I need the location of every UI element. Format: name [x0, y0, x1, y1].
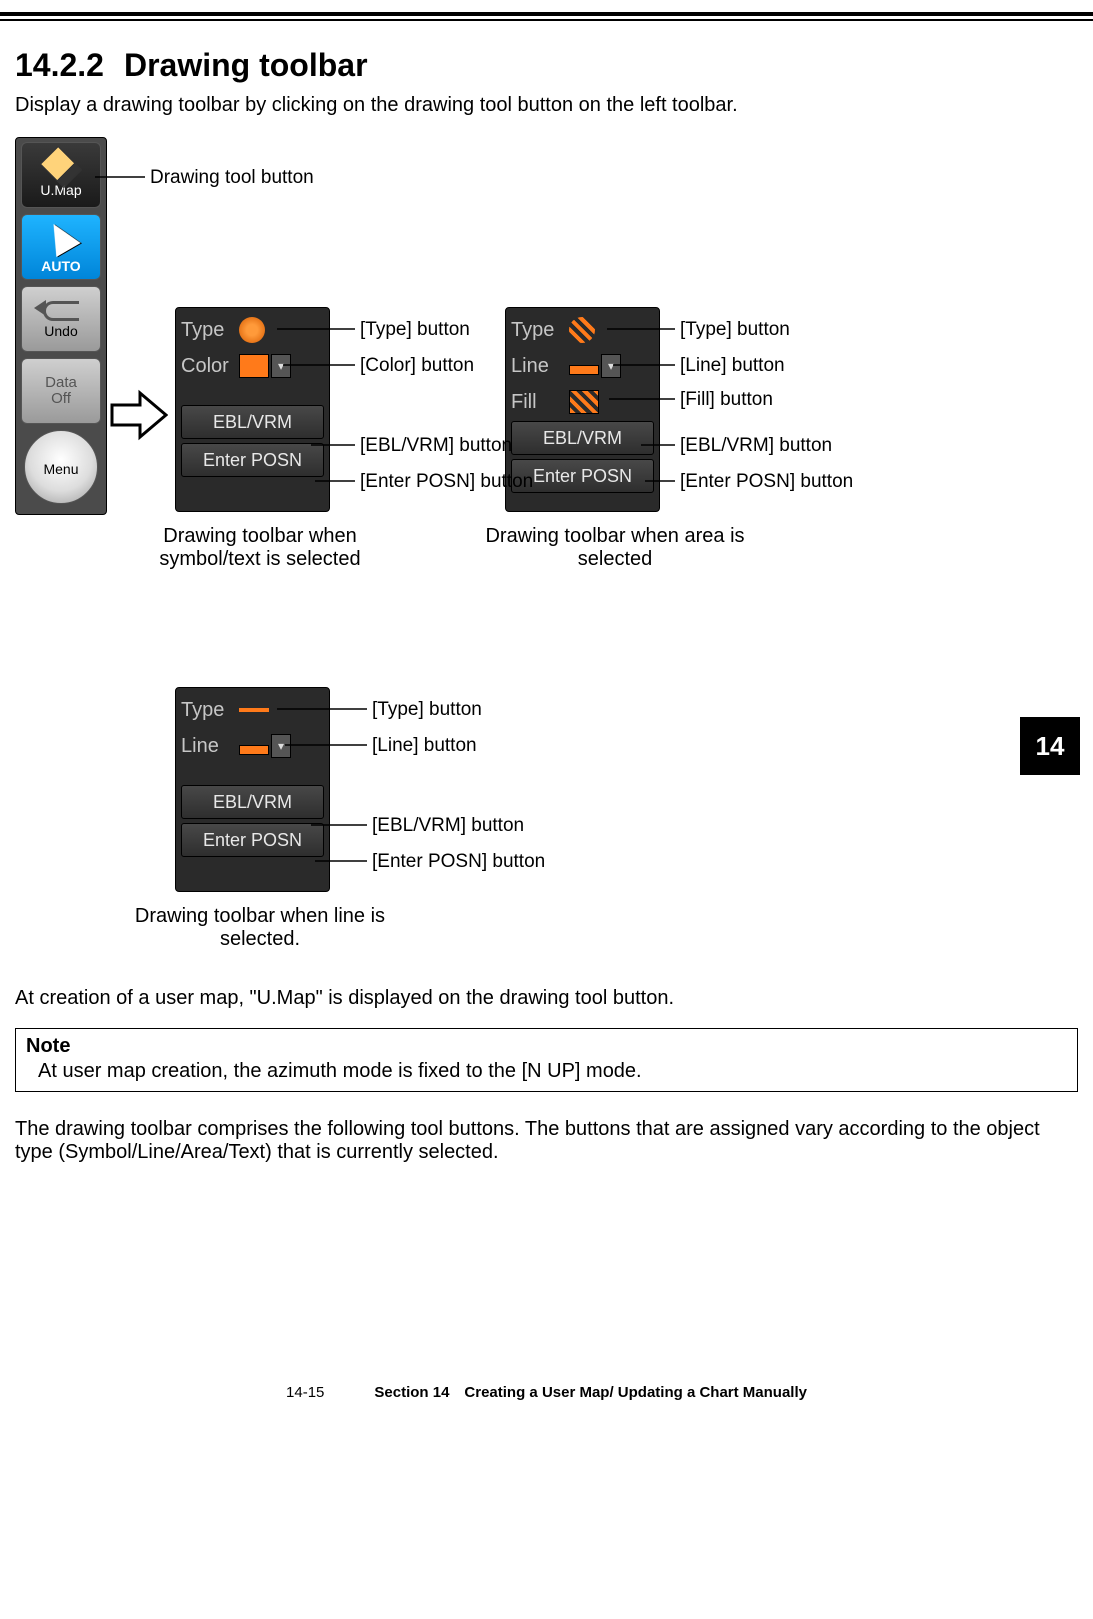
- auto-cursor-button[interactable]: AUTO: [21, 214, 101, 280]
- type-swatch-icon: [239, 708, 269, 712]
- color-label: Color: [181, 355, 239, 378]
- ann-eblvrm-3: [EBL/VRM] button: [372, 815, 524, 837]
- ann-drawing-tool: Drawing tool button: [150, 167, 314, 189]
- ann-posn-3: [Enter POSN] button: [372, 851, 545, 873]
- caption-symbol: Drawing toolbar when symbol/text is sele…: [130, 525, 390, 571]
- ebl-vrm-button[interactable]: EBL/VRM: [181, 785, 324, 819]
- ebl-vrm-button[interactable]: EBL/VRM: [511, 421, 654, 455]
- ann-type-2: [Type] button: [680, 319, 790, 341]
- footer-section: Section 14 Creating a User Map/ Updating…: [374, 1384, 807, 1401]
- color-swatch-icon: [239, 354, 269, 378]
- data-off-button[interactable]: Data Off: [21, 358, 101, 424]
- arrow-right-icon: [110, 387, 168, 443]
- dataoff-label-1: Data: [45, 375, 77, 392]
- ann-eblvrm-2: [EBL/VRM] button: [680, 435, 832, 457]
- ann-eblvrm-1: [EBL/VRM] button: [360, 435, 512, 457]
- panel-symbol-text: Type Color ▾ EBL/VRM Enter POSN: [175, 307, 330, 512]
- section-heading: 14.2.2 Drawing toolbar: [15, 47, 1078, 84]
- enter-posn-button[interactable]: Enter POSN: [181, 443, 324, 477]
- type-label: Type: [181, 699, 239, 722]
- page-number: 14-15: [286, 1384, 324, 1401]
- type-label: Type: [181, 319, 239, 342]
- line-dropdown-icon[interactable]: ▾: [271, 734, 291, 758]
- ann-line-3: [Line] button: [372, 735, 477, 757]
- undo-label: Undo: [44, 324, 77, 338]
- line-swatch-icon: [569, 365, 599, 375]
- line-row[interactable]: Line ▾: [511, 349, 654, 383]
- undo-icon: [43, 301, 79, 321]
- dataoff-label-2: Off: [51, 391, 71, 408]
- color-row[interactable]: Color ▾: [181, 349, 324, 383]
- para-final: The drawing toolbar comprises the follow…: [15, 1118, 1078, 1164]
- section-title-text: Drawing toolbar: [124, 47, 368, 83]
- section-number: 14.2.2: [15, 47, 104, 84]
- note-box: Note At user map creation, the azimuth m…: [15, 1028, 1078, 1092]
- undo-button[interactable]: Undo: [21, 286, 101, 352]
- ebl-vrm-button[interactable]: EBL/VRM: [181, 405, 324, 439]
- intro-paragraph: Display a drawing toolbar by clicking on…: [15, 94, 1078, 117]
- menu-button[interactable]: Menu: [24, 430, 98, 504]
- ann-line-2: [Line] button: [680, 355, 785, 377]
- fill-swatch-icon: [569, 390, 599, 414]
- line-swatch-icon: [239, 745, 269, 755]
- note-body: At user map creation, the azimuth mode i…: [16, 1058, 1077, 1091]
- line-label: Line: [181, 735, 239, 758]
- cursor-icon: [41, 217, 80, 257]
- diagram-region: U.Map AUTO Undo Data Off Menu: [15, 137, 1065, 957]
- line-label: Line: [511, 355, 569, 378]
- ann-posn-2: [Enter POSN] button: [680, 471, 853, 493]
- chapter-tab: 14: [1020, 717, 1080, 775]
- auto-label: AUTO: [41, 259, 80, 273]
- ann-type-1: [Type] button: [360, 319, 470, 341]
- caption-line: Drawing toolbar when line is selected.: [130, 905, 390, 951]
- line-dropdown-icon[interactable]: ▾: [601, 354, 621, 378]
- type-row[interactable]: Type: [181, 693, 324, 727]
- type-label: Type: [511, 319, 569, 342]
- panel-line: Type Line ▾ EBL/VRM Enter POSN: [175, 687, 330, 892]
- color-dropdown-icon[interactable]: ▾: [271, 354, 291, 378]
- left-toolbar: U.Map AUTO Undo Data Off Menu: [15, 137, 107, 515]
- enter-posn-button[interactable]: Enter POSN: [181, 823, 324, 857]
- ann-type-3: [Type] button: [372, 699, 482, 721]
- note-title: Note: [16, 1029, 1077, 1058]
- caption-area: Drawing toolbar when area is selected: [485, 525, 745, 571]
- page-footer: 14-15 Section 14 Creating a User Map/ Up…: [15, 1384, 1078, 1411]
- menu-label: Menu: [43, 462, 78, 476]
- type-row[interactable]: Type: [511, 313, 654, 347]
- ann-fill: [Fill] button: [680, 389, 773, 411]
- fill-row[interactable]: Fill: [511, 385, 654, 419]
- type-swatch-icon: [239, 317, 265, 343]
- para-after-diagrams: At creation of a user map, "U.Map" is di…: [15, 987, 1078, 1010]
- umap-button[interactable]: U.Map: [21, 142, 101, 208]
- fill-label: Fill: [511, 391, 569, 414]
- line-row[interactable]: Line ▾: [181, 729, 324, 763]
- type-swatch-icon: [569, 317, 595, 343]
- ann-color: [Color] button: [360, 355, 474, 377]
- type-row[interactable]: Type: [181, 313, 324, 347]
- ann-posn-1: [Enter POSN] button: [360, 471, 533, 493]
